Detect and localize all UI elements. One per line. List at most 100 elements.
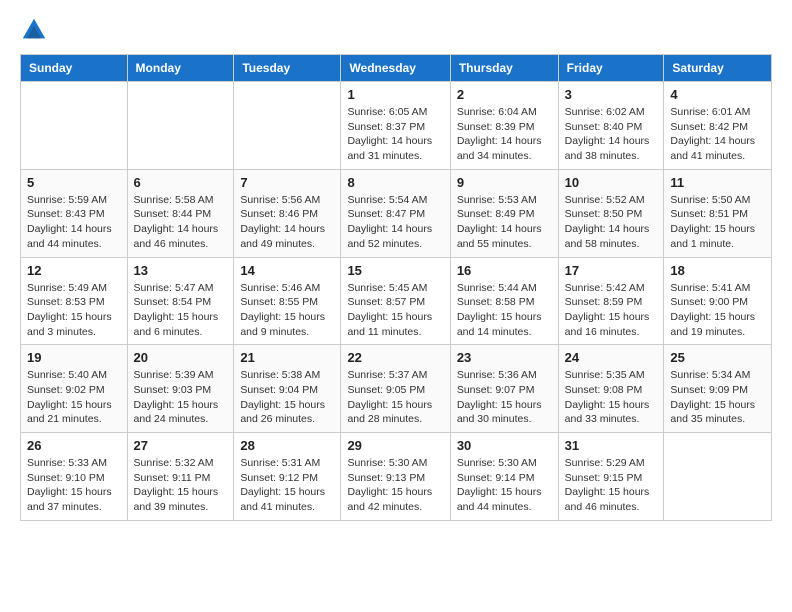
day-info: Sunrise: 6:04 AMSunset: 8:39 PMDaylight:… bbox=[457, 105, 552, 164]
calendar-cell: 26 Sunrise: 5:33 AMSunset: 9:10 PMDayligh… bbox=[21, 433, 128, 521]
calendar-header-monday: Monday bbox=[127, 55, 234, 82]
day-info: Sunrise: 5:30 AMSunset: 9:13 PMDaylight:… bbox=[347, 456, 443, 515]
day-number: 4 bbox=[670, 87, 765, 102]
day-number: 3 bbox=[565, 87, 658, 102]
day-number: 9 bbox=[457, 175, 552, 190]
day-info: Sunrise: 5:41 AMSunset: 9:00 PMDaylight:… bbox=[670, 281, 765, 340]
day-info: Sunrise: 5:59 AMSunset: 8:43 PMDaylight:… bbox=[27, 193, 121, 252]
day-number: 1 bbox=[347, 87, 443, 102]
day-info: Sunrise: 6:01 AMSunset: 8:42 PMDaylight:… bbox=[670, 105, 765, 164]
calendar-cell: 10 Sunrise: 5:52 AMSunset: 8:50 PMDayligh… bbox=[558, 169, 664, 257]
calendar-cell: 19 Sunrise: 5:40 AMSunset: 9:02 PMDayligh… bbox=[21, 345, 128, 433]
day-number: 2 bbox=[457, 87, 552, 102]
day-number: 22 bbox=[347, 350, 443, 365]
calendar-cell: 28Sunrise: 5:31 AMSunset: 9:12 PMDayligh… bbox=[234, 433, 341, 521]
day-info: Sunrise: 5:38 AMSunset: 9:04 PMDaylight:… bbox=[240, 368, 334, 427]
calendar-table: SundayMondayTuesdayWednesdayThursdayFrid… bbox=[20, 54, 772, 521]
logo bbox=[20, 16, 50, 44]
day-info: Sunrise: 5:37 AMSunset: 9:05 PMDaylight:… bbox=[347, 368, 443, 427]
calendar-cell: 4 Sunrise: 6:01 AMSunset: 8:42 PMDaylight… bbox=[664, 82, 772, 170]
calendar-cell: 7Sunrise: 5:56 AMSunset: 8:46 PMDaylight… bbox=[234, 169, 341, 257]
calendar-cell: 3 Sunrise: 6:02 AMSunset: 8:40 PMDaylight… bbox=[558, 82, 664, 170]
day-number: 29 bbox=[347, 438, 443, 453]
calendar-cell: 1 Sunrise: 6:05 AMSunset: 8:37 PMDaylight… bbox=[341, 82, 450, 170]
day-number: 15 bbox=[347, 263, 443, 278]
day-number: 14 bbox=[240, 263, 334, 278]
day-info: Sunrise: 5:35 AMSunset: 9:08 PMDaylight:… bbox=[565, 368, 658, 427]
day-number: 12 bbox=[27, 263, 121, 278]
day-info: Sunrise: 5:33 AMSunset: 9:10 PMDaylight:… bbox=[27, 456, 121, 515]
day-number: 10 bbox=[565, 175, 658, 190]
calendar-header-tuesday: Tuesday bbox=[234, 55, 341, 82]
day-number: 11 bbox=[670, 175, 765, 190]
calendar-cell bbox=[21, 82, 128, 170]
calendar-header-thursday: Thursday bbox=[450, 55, 558, 82]
day-info: Sunrise: 5:47 AMSunset: 8:54 PMDaylight:… bbox=[134, 281, 228, 340]
calendar-cell: 18 Sunrise: 5:41 AMSunset: 9:00 PMDayligh… bbox=[664, 257, 772, 345]
calendar-cell: 16 Sunrise: 5:44 AMSunset: 8:58 PMDayligh… bbox=[450, 257, 558, 345]
header bbox=[20, 16, 772, 44]
calendar-cell: 24Sunrise: 5:35 AMSunset: 9:08 PMDayligh… bbox=[558, 345, 664, 433]
calendar-cell: 8Sunrise: 5:54 AMSunset: 8:47 PMDaylight… bbox=[341, 169, 450, 257]
day-info: Sunrise: 5:54 AMSunset: 8:47 PMDaylight:… bbox=[347, 193, 443, 252]
logo-icon bbox=[20, 16, 48, 44]
calendar-cell bbox=[127, 82, 234, 170]
day-info: Sunrise: 5:32 AMSunset: 9:11 PMDaylight:… bbox=[134, 456, 228, 515]
day-info: Sunrise: 5:39 AMSunset: 9:03 PMDaylight:… bbox=[134, 368, 228, 427]
calendar-cell: 14 Sunrise: 5:46 AMSunset: 8:55 PMDayligh… bbox=[234, 257, 341, 345]
day-info: Sunrise: 5:49 AMSunset: 8:53 PMDaylight:… bbox=[27, 281, 121, 340]
day-number: 21 bbox=[240, 350, 334, 365]
calendar-header-sunday: Sunday bbox=[21, 55, 128, 82]
day-number: 23 bbox=[457, 350, 552, 365]
day-number: 16 bbox=[457, 263, 552, 278]
day-info: Sunrise: 6:02 AMSunset: 8:40 PMDaylight:… bbox=[565, 105, 658, 164]
calendar-week-1: 1 Sunrise: 6:05 AMSunset: 8:37 PMDaylight… bbox=[21, 82, 772, 170]
day-info: Sunrise: 6:05 AMSunset: 8:37 PMDaylight:… bbox=[347, 105, 443, 164]
calendar-cell: 29 Sunrise: 5:30 AMSunset: 9:13 PMDayligh… bbox=[341, 433, 450, 521]
day-number: 17 bbox=[565, 263, 658, 278]
calendar-cell: 12 Sunrise: 5:49 AMSunset: 8:53 PMDayligh… bbox=[21, 257, 128, 345]
calendar-header-row: SundayMondayTuesdayWednesdayThursdayFrid… bbox=[21, 55, 772, 82]
day-info: Sunrise: 5:58 AMSunset: 8:44 PMDaylight:… bbox=[134, 193, 228, 252]
day-number: 26 bbox=[27, 438, 121, 453]
calendar-cell bbox=[234, 82, 341, 170]
day-info: Sunrise: 5:40 AMSunset: 9:02 PMDaylight:… bbox=[27, 368, 121, 427]
calendar-cell: 31 Sunrise: 5:29 AMSunset: 9:15 PMDayligh… bbox=[558, 433, 664, 521]
day-info: Sunrise: 5:50 AMSunset: 8:51 PMDaylight:… bbox=[670, 193, 765, 252]
day-number: 19 bbox=[27, 350, 121, 365]
calendar-cell bbox=[664, 433, 772, 521]
day-info: Sunrise: 5:29 AMSunset: 9:15 PMDaylight:… bbox=[565, 456, 658, 515]
day-number: 18 bbox=[670, 263, 765, 278]
calendar-cell: 13Sunrise: 5:47 AMSunset: 8:54 PMDayligh… bbox=[127, 257, 234, 345]
day-number: 6 bbox=[134, 175, 228, 190]
calendar-week-4: 19 Sunrise: 5:40 AMSunset: 9:02 PMDayligh… bbox=[21, 345, 772, 433]
day-info: Sunrise: 5:45 AMSunset: 8:57 PMDaylight:… bbox=[347, 281, 443, 340]
day-info: Sunrise: 5:52 AMSunset: 8:50 PMDaylight:… bbox=[565, 193, 658, 252]
page: SundayMondayTuesdayWednesdayThursdayFrid… bbox=[0, 0, 792, 537]
calendar-header-wednesday: Wednesday bbox=[341, 55, 450, 82]
calendar-week-5: 26 Sunrise: 5:33 AMSunset: 9:10 PMDayligh… bbox=[21, 433, 772, 521]
day-number: 27 bbox=[134, 438, 228, 453]
day-number: 30 bbox=[457, 438, 552, 453]
calendar-cell: 6 Sunrise: 5:58 AMSunset: 8:44 PMDaylight… bbox=[127, 169, 234, 257]
calendar-week-3: 12 Sunrise: 5:49 AMSunset: 8:53 PMDayligh… bbox=[21, 257, 772, 345]
day-info: Sunrise: 5:44 AMSunset: 8:58 PMDaylight:… bbox=[457, 281, 552, 340]
calendar-cell: 2 Sunrise: 6:04 AMSunset: 8:39 PMDaylight… bbox=[450, 82, 558, 170]
day-info: Sunrise: 5:30 AMSunset: 9:14 PMDaylight:… bbox=[457, 456, 552, 515]
day-info: Sunrise: 5:53 AMSunset: 8:49 PMDaylight:… bbox=[457, 193, 552, 252]
calendar-cell: 17 Sunrise: 5:42 AMSunset: 8:59 PMDayligh… bbox=[558, 257, 664, 345]
calendar-cell: 30 Sunrise: 5:30 AMSunset: 9:14 PMDayligh… bbox=[450, 433, 558, 521]
day-number: 28 bbox=[240, 438, 334, 453]
calendar-cell: 25 Sunrise: 5:34 AMSunset: 9:09 PMDayligh… bbox=[664, 345, 772, 433]
day-number: 5 bbox=[27, 175, 121, 190]
day-number: 31 bbox=[565, 438, 658, 453]
calendar-cell: 5 Sunrise: 5:59 AMSunset: 8:43 PMDaylight… bbox=[21, 169, 128, 257]
calendar-cell: 23Sunrise: 5:36 AMSunset: 9:07 PMDayligh… bbox=[450, 345, 558, 433]
calendar-header-friday: Friday bbox=[558, 55, 664, 82]
calendar-week-2: 5 Sunrise: 5:59 AMSunset: 8:43 PMDaylight… bbox=[21, 169, 772, 257]
day-info: Sunrise: 5:42 AMSunset: 8:59 PMDaylight:… bbox=[565, 281, 658, 340]
day-number: 7 bbox=[240, 175, 334, 190]
day-info: Sunrise: 5:46 AMSunset: 8:55 PMDaylight:… bbox=[240, 281, 334, 340]
day-info: Sunrise: 5:34 AMSunset: 9:09 PMDaylight:… bbox=[670, 368, 765, 427]
day-number: 25 bbox=[670, 350, 765, 365]
